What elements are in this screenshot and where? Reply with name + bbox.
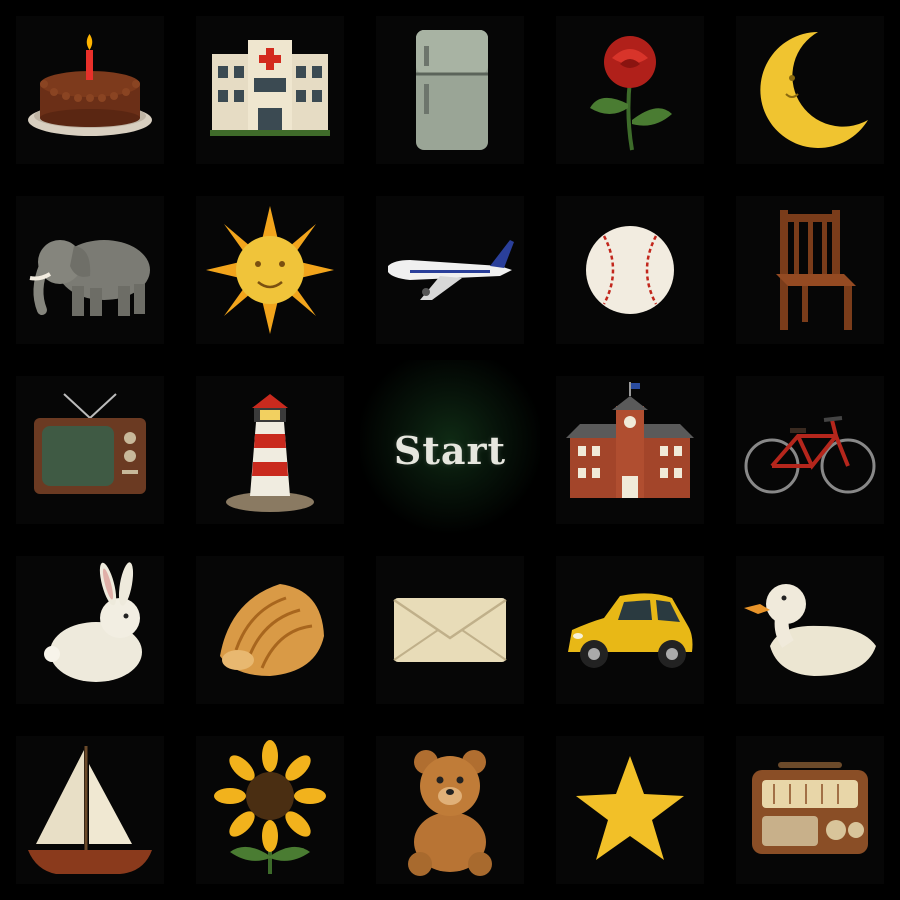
crescent-moon-icon <box>736 16 884 164</box>
start-label: Start <box>393 427 507 473</box>
tile-refrigerator[interactable] <box>360 0 540 180</box>
tile-star[interactable] <box>540 720 720 900</box>
tile-bicycle[interactable] <box>720 360 900 540</box>
hospital-icon <box>196 16 344 164</box>
sailboat-icon <box>16 736 164 884</box>
start-button[interactable]: Start <box>360 360 540 540</box>
tile-sailboat[interactable] <box>0 720 180 900</box>
chair-icon <box>736 196 884 344</box>
tile-school[interactable] <box>540 360 720 540</box>
tile-cake[interactable] <box>0 0 180 180</box>
school-icon <box>556 376 704 524</box>
tile-rose[interactable] <box>540 0 720 180</box>
tile-seashell[interactable] <box>180 540 360 720</box>
star-icon <box>556 736 704 884</box>
tile-television[interactable] <box>0 360 180 540</box>
bicycle-icon <box>736 376 884 524</box>
tile-elephant[interactable] <box>0 180 180 360</box>
tile-airplane[interactable] <box>360 180 540 360</box>
sun-icon <box>196 196 344 344</box>
tile-car[interactable] <box>540 540 720 720</box>
television-icon <box>16 376 164 524</box>
radio-icon <box>736 736 884 884</box>
tile-lighthouse[interactable] <box>180 360 360 540</box>
tile-sun[interactable] <box>180 180 360 360</box>
tile-hospital[interactable] <box>180 0 360 180</box>
seashell-icon <box>196 556 344 704</box>
tile-radio[interactable] <box>720 720 900 900</box>
car-icon <box>556 556 704 704</box>
refrigerator-icon <box>376 16 524 164</box>
sunflower-icon <box>196 736 344 884</box>
elephant-icon <box>16 196 164 344</box>
envelope-icon <box>376 556 524 704</box>
rose-icon <box>556 16 704 164</box>
tile-envelope[interactable] <box>360 540 540 720</box>
tile-chair[interactable] <box>720 180 900 360</box>
teddy-bear-icon <box>376 736 524 884</box>
rabbit-icon <box>16 556 164 704</box>
tile-teddy-bear[interactable] <box>360 720 540 900</box>
tile-baseball[interactable] <box>540 180 720 360</box>
tile-duck[interactable] <box>720 540 900 720</box>
tile-crescent-moon[interactable] <box>720 0 900 180</box>
tile-rabbit[interactable] <box>0 540 180 720</box>
airplane-icon <box>376 196 524 344</box>
baseball-icon <box>556 196 704 344</box>
lighthouse-icon <box>196 376 344 524</box>
cake-icon <box>16 16 164 164</box>
duck-icon <box>736 556 884 704</box>
game-board: Start <box>0 0 900 900</box>
tile-sunflower[interactable] <box>180 720 360 900</box>
